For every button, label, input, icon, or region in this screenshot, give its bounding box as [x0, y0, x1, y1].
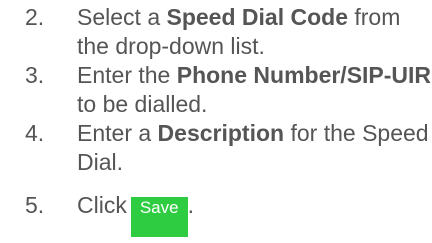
step-number: 3. [25, 62, 45, 88]
step-text: Enter the [77, 62, 177, 88]
step-click-save: 5. Click Save. [25, 191, 432, 237]
step-text: Click [77, 192, 127, 218]
step-text: to be dialled. [77, 91, 208, 117]
step-text: Select a [77, 4, 167, 30]
step-end-period: . [187, 192, 194, 218]
step-enter-phone-number: 3. Enter the Phone Number/SIP-UIR to be … [25, 61, 432, 119]
field-name-speed-dial-code: Speed Dial Code [166, 4, 348, 30]
field-name-description: Description [157, 120, 285, 146]
step-enter-description: 4. Enter a Description for the Speed Dia… [25, 119, 432, 177]
instruction-list: 2. Select a Speed Dial Code from the dro… [25, 0, 432, 237]
save-button[interactable]: Save [130, 197, 188, 237]
field-name-phone-number: Phone Number/SIP-UIR [176, 62, 432, 88]
step-number: 4. [25, 120, 45, 146]
step-number: 2. [25, 4, 45, 30]
step-number: 5. [25, 192, 45, 218]
step-text: Enter a [77, 120, 158, 146]
step-select-speed-dial-code: 2. Select a Speed Dial Code from the dro… [25, 3, 432, 61]
